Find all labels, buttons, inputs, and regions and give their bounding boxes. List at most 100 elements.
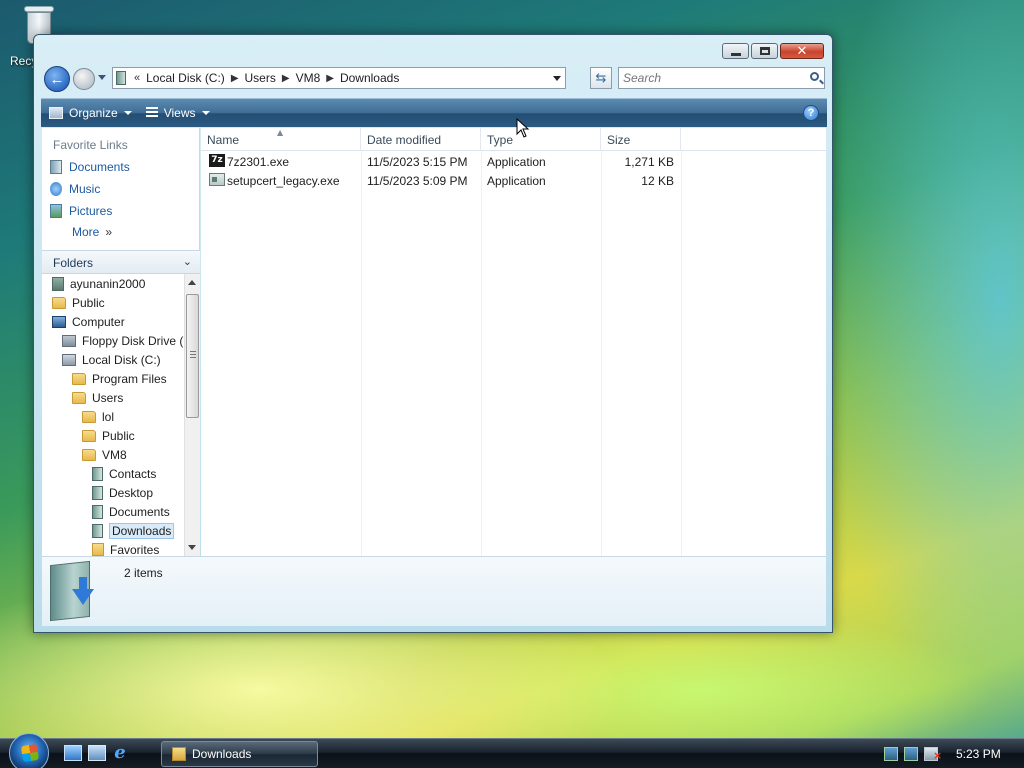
favorite-links-header: Favorite Links bbox=[53, 138, 128, 152]
tree-item-label: Desktop bbox=[109, 485, 154, 500]
tree-item-label: ayunanin2000 bbox=[70, 276, 146, 291]
maximize-icon bbox=[759, 47, 770, 55]
help-icon[interactable]: ? bbox=[803, 105, 819, 121]
sort-ascending-icon: ▲ bbox=[277, 128, 284, 137]
tree-item[interactable]: Program Files bbox=[42, 369, 184, 388]
file-row[interactable]: setupcert_legacy.exe 11/5/2023 5:09 PM A… bbox=[201, 171, 826, 190]
grip-icon bbox=[190, 351, 196, 358]
folder-icon bbox=[82, 410, 96, 423]
refresh-icon: ⇆ bbox=[595, 70, 607, 85]
tree-item[interactable]: Downloads bbox=[42, 521, 184, 540]
special-folder-icon bbox=[92, 485, 103, 500]
tree-item[interactable]: Users bbox=[42, 388, 184, 407]
views-button[interactable]: Views bbox=[145, 106, 210, 120]
recent-pages-dropdown[interactable] bbox=[98, 75, 106, 80]
tree-item[interactable]: ayunanin2000 bbox=[42, 274, 184, 293]
tree-item[interactable]: Floppy Disk Drive ( bbox=[42, 331, 184, 350]
folder-tree-scrollbar[interactable] bbox=[184, 274, 200, 556]
scroll-down-icon[interactable] bbox=[188, 545, 196, 550]
tree-item-label: Favorites bbox=[110, 542, 160, 557]
volume-muted-icon[interactable] bbox=[924, 747, 942, 761]
breadcrumb-separator-icon[interactable]: ▶ bbox=[282, 73, 290, 84]
folders-header[interactable]: Folders ⌄ bbox=[42, 250, 200, 274]
address-dropdown-icon[interactable] bbox=[553, 76, 561, 81]
favorite-link-label: Music bbox=[69, 182, 101, 196]
tree-item[interactable]: lol bbox=[42, 407, 184, 426]
network-icon[interactable] bbox=[904, 747, 918, 761]
breadcrumb-separator-icon[interactable]: ▶ bbox=[231, 73, 239, 84]
pictures-icon bbox=[50, 204, 62, 218]
file-size: 1,271 KB bbox=[624, 155, 674, 169]
system-tray: 5:23 PM bbox=[884, 741, 1024, 767]
maximize-button[interactable] bbox=[751, 43, 778, 59]
taskbar-button-downloads[interactable]: Downloads bbox=[161, 741, 318, 767]
show-desktop-icon[interactable] bbox=[64, 745, 82, 761]
file-name: 7z2301.exe bbox=[227, 155, 290, 169]
favorite-link-pictures[interactable]: Pictures bbox=[42, 200, 199, 222]
tree-item[interactable]: VM8 bbox=[42, 445, 184, 464]
address-bar[interactable]: « Local Disk (C:) ▶ Users ▶ VM8 ▶ Downlo… bbox=[112, 67, 566, 89]
views-icon bbox=[145, 107, 158, 119]
column-header-name[interactable]: Name ▲ bbox=[201, 128, 361, 151]
tree-item-label: Downloads bbox=[109, 522, 175, 539]
chevron-down-icon bbox=[201, 111, 210, 115]
views-label: Views bbox=[163, 106, 196, 120]
internet-explorer-icon[interactable]: e bbox=[111, 744, 129, 762]
breadcrumb-separator-icon[interactable]: ▶ bbox=[326, 73, 334, 84]
minimize-button[interactable] bbox=[722, 43, 749, 59]
column-label: Name bbox=[207, 133, 240, 147]
favorite-link-label: Documents bbox=[69, 160, 130, 174]
breadcrumb-vm8[interactable]: VM8 bbox=[296, 71, 321, 85]
security-center-icon[interactable] bbox=[884, 747, 898, 761]
folder-location-icon bbox=[116, 71, 126, 85]
tree-item[interactable]: Contacts bbox=[42, 464, 184, 483]
tree-item-label: Floppy Disk Drive ( bbox=[82, 333, 184, 348]
navigation-pane: Favorite Links Documents Music Pictures … bbox=[42, 128, 200, 556]
clock[interactable]: 5:23 PM bbox=[956, 747, 1001, 761]
tree-item[interactable]: Documents bbox=[42, 502, 184, 521]
breadcrumb-downloads[interactable]: Downloads bbox=[340, 71, 399, 85]
breadcrumb-users[interactable]: Users bbox=[245, 71, 276, 85]
tree-item[interactable]: Computer bbox=[42, 312, 184, 331]
chevron-down-icon: ⌄ bbox=[182, 255, 192, 268]
start-button[interactable] bbox=[9, 733, 49, 768]
item-count: 2 items bbox=[124, 566, 163, 580]
back-arrow-icon: ← bbox=[49, 70, 65, 88]
tree-item[interactable]: Desktop bbox=[42, 483, 184, 502]
tree-item[interactable]: Local Disk (C:) bbox=[42, 350, 184, 369]
explorer-window: ✕ ← « Local Disk (C:) ▶ Users ▶ VM8 ▶ Do… bbox=[33, 34, 833, 633]
tree-item[interactable]: Public bbox=[42, 293, 184, 312]
user-icon bbox=[52, 276, 64, 291]
tree-item-label: Documents bbox=[109, 504, 170, 519]
search-input[interactable] bbox=[623, 69, 803, 87]
favorite-link-label: Pictures bbox=[69, 204, 113, 218]
file-row[interactable]: 7z 7z2301.exe 11/5/2023 5:15 PM Applicat… bbox=[201, 152, 826, 171]
close-button[interactable]: ✕ bbox=[780, 43, 824, 59]
search-box[interactable] bbox=[618, 67, 825, 89]
file-type: Application bbox=[487, 155, 546, 169]
scroll-thumb[interactable] bbox=[186, 294, 199, 418]
search-icon[interactable] bbox=[810, 72, 819, 81]
switch-windows-icon[interactable] bbox=[88, 745, 106, 761]
breadcrumb-local-disk[interactable]: Local Disk (C:) bbox=[146, 71, 225, 85]
back-button[interactable]: ← bbox=[44, 66, 70, 92]
double-chevron-icon: » bbox=[105, 225, 113, 239]
column-divider bbox=[601, 151, 602, 556]
favorite-link-music[interactable]: Music bbox=[42, 178, 199, 200]
column-header-type[interactable]: Type bbox=[481, 128, 601, 151]
organize-button[interactable]: Organize bbox=[49, 106, 132, 120]
breadcrumb-overflow[interactable]: « bbox=[134, 72, 140, 84]
column-header-date[interactable]: Date modified bbox=[361, 128, 481, 151]
column-label: Date modified bbox=[367, 133, 442, 147]
tree-item[interactable]: Public bbox=[42, 426, 184, 445]
tree-item-label: Users bbox=[92, 390, 124, 405]
column-header-size[interactable]: Size bbox=[601, 128, 681, 151]
scroll-up-icon[interactable] bbox=[188, 280, 196, 285]
more-links-button[interactable]: More » bbox=[42, 222, 199, 242]
tree-item[interactable]: Favorites bbox=[42, 540, 184, 556]
special-folder-icon bbox=[92, 504, 103, 519]
favorite-link-documents[interactable]: Documents bbox=[42, 156, 199, 178]
forward-button[interactable] bbox=[73, 68, 95, 90]
refresh-button[interactable]: ⇆ bbox=[590, 67, 612, 89]
disk-icon bbox=[62, 353, 76, 366]
